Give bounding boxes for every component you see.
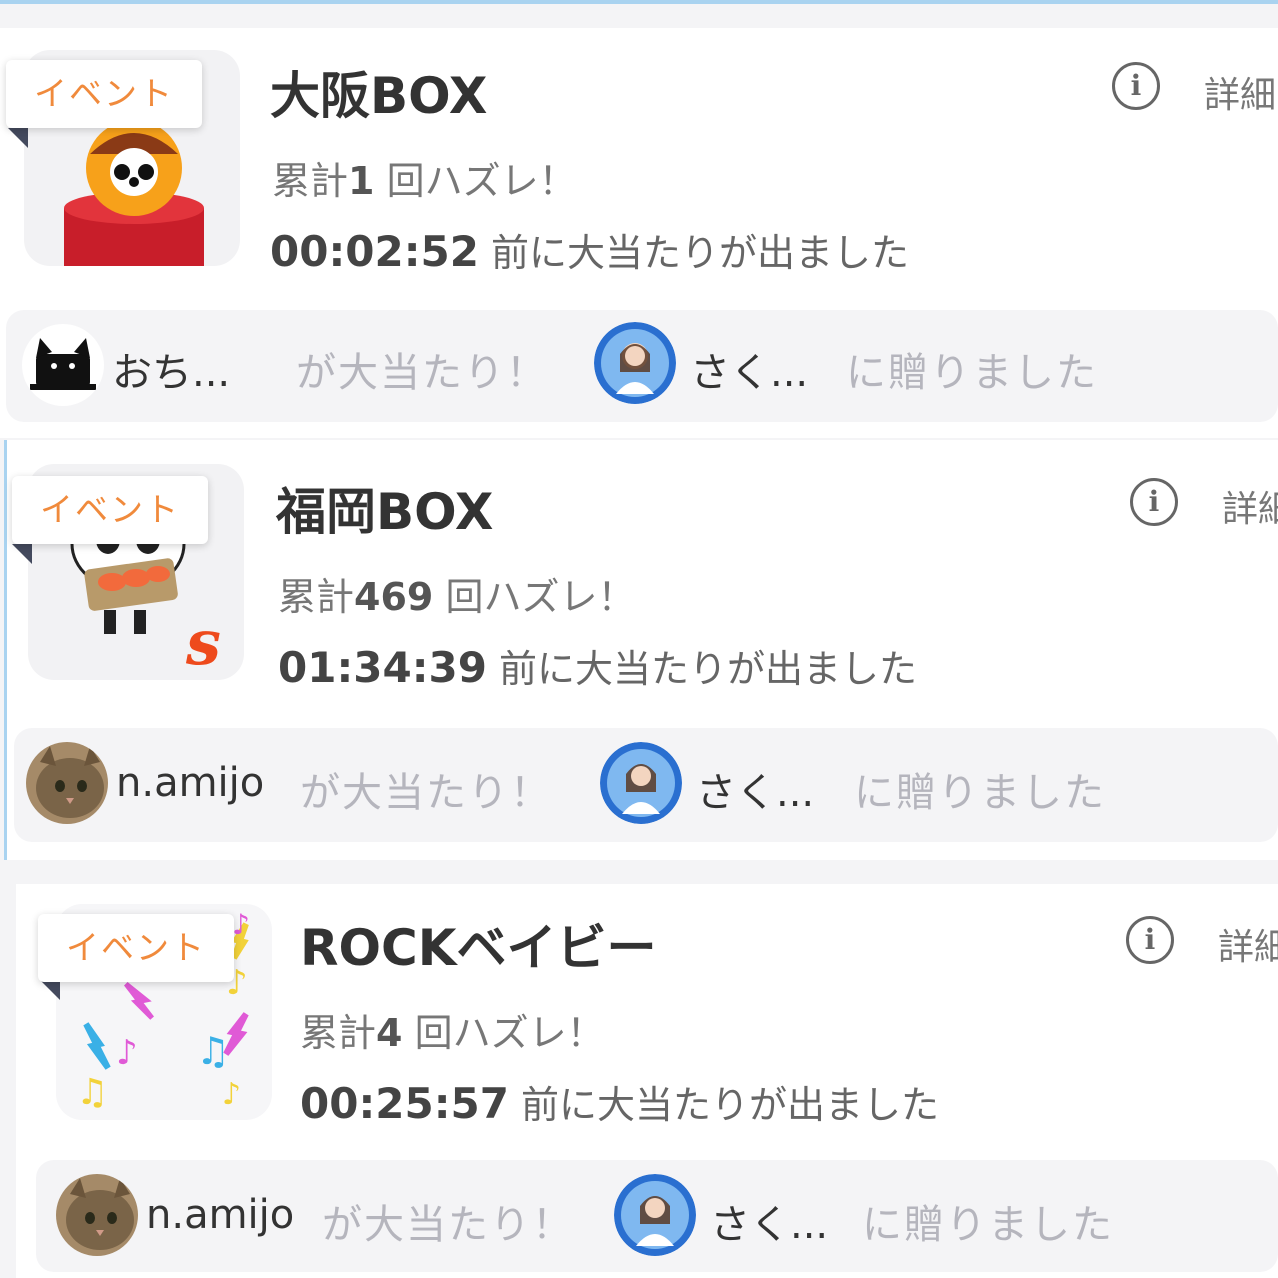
event-tag: イベント (12, 476, 208, 544)
miss-suffix: 回ハズレ！ (386, 159, 577, 203)
top-border (0, 0, 1278, 4)
winner-name[interactable]: n.amijo (146, 1192, 294, 1238)
elapsed-time: 00:02:52 (270, 227, 479, 276)
elapsed-suffix: 前に大当たりが出ました (491, 231, 910, 275)
miss-count: 469 (354, 575, 434, 619)
box-title: 大阪BOX (270, 67, 488, 125)
cat-avatar-icon[interactable] (22, 324, 104, 406)
tag-fold (40, 980, 60, 1000)
miss-prefix: 累計 (300, 1011, 377, 1055)
elapsed-time: 01:34:39 (278, 643, 487, 692)
box-title: ROCKベイビー (300, 919, 657, 977)
detail-link[interactable]: 詳細 (1218, 918, 1278, 970)
info-icon[interactable]: i (1112, 62, 1160, 110)
info-icon[interactable]: i (1126, 916, 1174, 964)
elapsed-suffix: 前に大当たりが出ました (499, 647, 918, 691)
idol-avatar-icon[interactable] (600, 742, 682, 824)
event-tag: イベント (6, 60, 202, 128)
svg-text:♫: ♫ (76, 1072, 108, 1113)
box-title: 福岡BOX (276, 483, 494, 541)
miss-suffix: 回ハズレ！ (445, 575, 636, 619)
elapsed-line: 00:02:52 前に大当たりが出ました (270, 222, 909, 277)
gacha-card-fukuoka[interactable]: s イベント 福岡BOX i 詳細 累計469 回ハズレ！ 01:34:39 前… (4, 440, 1278, 860)
elapsed-line: 01:34:39 前に大当たりが出ました (278, 638, 917, 693)
recipient-suffix: に贈りました (862, 1202, 1114, 1248)
gacha-card-osaka[interactable]: イベント 大阪BOX i 詳細 累計1 回ハズレ！ 00:02:52 前に大当た… (0, 28, 1278, 438)
miss-count: 1 (348, 159, 375, 203)
recipient-suffix: に贈りました (854, 770, 1106, 816)
svg-text:s: s (185, 606, 221, 679)
recipient-suffix: に贈りました (846, 350, 1098, 396)
winner-bar: n.amijo が大当たり！ さく... に贈りました (14, 728, 1278, 842)
event-tag: イベント (38, 914, 234, 982)
elapsed-line: 00:25:57 前に大当たりが出ました (300, 1074, 939, 1129)
recipient-name[interactable]: さく... (690, 340, 808, 398)
svg-text:♫: ♫ (196, 1029, 230, 1073)
recipient-name[interactable]: さく... (696, 760, 814, 818)
miss-count-line: 累計469 回ハズレ！ (278, 566, 635, 621)
tag-fold (8, 128, 28, 148)
detail-link[interactable]: 詳細 (1204, 66, 1276, 118)
miss-count-line: 累計4 回ハズレ！ (300, 1002, 605, 1057)
card-left-edge (4, 440, 7, 860)
winner-name[interactable]: おち... (112, 340, 230, 398)
svg-text:♪: ♪ (222, 1077, 241, 1112)
elapsed-time: 00:25:57 (300, 1079, 509, 1128)
winner-suffix: が大当たり！ (322, 1202, 574, 1248)
idol-avatar-icon[interactable] (594, 322, 676, 404)
winner-bar: n.amijo が大当たり！ さく... に贈りました (36, 1160, 1278, 1272)
miss-suffix: 回ハズレ！ (414, 1011, 605, 1055)
miss-prefix: 累計 (272, 159, 349, 203)
info-icon[interactable]: i (1130, 478, 1178, 526)
winner-suffix: が大当たり！ (300, 770, 552, 816)
gacha-card-rock[interactable]: ♪ ♫ ♫ ♪ ♪ ♪ イベント ROCKベイビー i 詳細 累計4 回ハズレ！… (16, 884, 1278, 1278)
tag-fold (12, 544, 32, 564)
elapsed-suffix: 前に大当たりが出ました (521, 1083, 940, 1127)
miss-count: 4 (376, 1011, 403, 1055)
svg-text:♪: ♪ (232, 908, 250, 941)
recipient-name[interactable]: さく... (710, 1192, 828, 1250)
cat-avatar-icon[interactable] (26, 742, 108, 824)
svg-text:♪: ♪ (116, 1033, 138, 1073)
winner-bar: おち... が大当たり！ さく... に贈りました (6, 310, 1278, 422)
idol-avatar-icon[interactable] (614, 1174, 696, 1256)
winner-suffix: が大当たり！ (296, 350, 548, 396)
miss-prefix: 累計 (278, 575, 355, 619)
cat-avatar-icon[interactable] (56, 1174, 138, 1256)
winner-name[interactable]: n.amijo (116, 760, 264, 806)
detail-link[interactable]: 詳細 (1222, 480, 1278, 532)
miss-count-line: 累計1 回ハズレ！ (272, 150, 577, 205)
